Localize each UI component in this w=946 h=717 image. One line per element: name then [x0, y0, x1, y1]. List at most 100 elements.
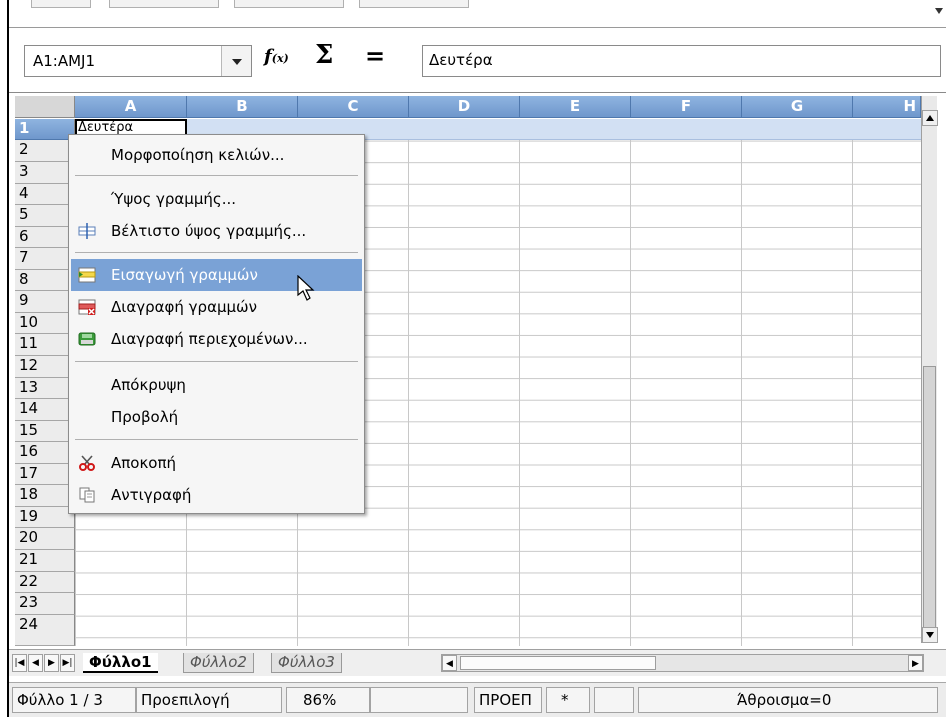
- column-header-a[interactable]: A: [75, 96, 187, 118]
- row-header[interactable]: 23: [15, 593, 75, 615]
- row-header[interactable]: 5: [15, 205, 75, 227]
- scissors-icon: [79, 455, 95, 471]
- toolbar-button-fragment[interactable]: [109, 0, 219, 8]
- column-header-d[interactable]: D: [409, 96, 520, 118]
- name-box[interactable]: A1:AMJ1: [24, 45, 252, 77]
- menu-item-cut[interactable]: Αποκοπή: [71, 447, 362, 479]
- row-header[interactable]: 18: [15, 485, 75, 507]
- next-sheet-icon[interactable]: ▶: [44, 654, 59, 672]
- menu-separator: [75, 252, 358, 253]
- sheet-tab-2[interactable]: Φύλλο2: [183, 653, 254, 673]
- first-sheet-icon[interactable]: |◀: [12, 654, 27, 672]
- status-sum: Άθροισμα=0: [638, 687, 938, 713]
- context-menu: Μορφοποίηση κελιών... Ύψος γραμμής... Βέ…: [68, 134, 365, 514]
- menu-item-delete-contents[interactable]: Διαγραφή περιεχομένων...: [71, 323, 362, 355]
- row-header[interactable]: 8: [15, 270, 75, 291]
- formula-input-value: Δευτέρα: [429, 51, 493, 69]
- sheet-tab-1[interactable]: Φύλλο1: [83, 653, 158, 673]
- optimal-row-height-icon: [78, 223, 96, 239]
- menu-item-format-cells[interactable]: Μορφοποίηση κελιών...: [71, 139, 362, 171]
- row-header[interactable]: 12: [15, 356, 75, 378]
- column-header-c[interactable]: C: [298, 96, 409, 118]
- menu-item-insert-rows[interactable]: Εισαγωγή γραμμών: [71, 259, 362, 291]
- status-page-style[interactable]: Προεπιλογή: [136, 687, 282, 713]
- status-bar: Φύλλο 1 / 3 Προεπιλογή 86% ΠΡΟΕΠ * Άθροι…: [9, 682, 946, 717]
- mouse-pointer-icon: [297, 275, 315, 301]
- row-header[interactable]: 22: [15, 572, 75, 593]
- menu-item-label: Αποκοπή: [111, 454, 177, 472]
- status-empty-field: [370, 687, 468, 713]
- formula-bar: A1:AMJ1 f(x) Σ = Δευτέρα: [9, 28, 946, 92]
- column-header-h[interactable]: H: [853, 96, 921, 118]
- row-header[interactable]: 9: [15, 291, 75, 313]
- menu-item-delete-rows[interactable]: Διαγραφή γραμμών: [71, 291, 362, 323]
- row-header[interactable]: 24: [15, 615, 75, 646]
- scroll-left-icon[interactable]: ◀: [442, 655, 457, 671]
- row-header[interactable]: 14: [15, 399, 75, 421]
- horizontal-scrollbar[interactable]: ◀ ▶: [441, 654, 924, 672]
- menu-separator: [75, 439, 358, 440]
- row-header[interactable]: 17: [15, 464, 75, 485]
- vertical-scrollbar[interactable]: [921, 96, 938, 643]
- status-zoom[interactable]: 86%: [286, 687, 370, 713]
- menu-item-hide[interactable]: Απόκρυψη: [71, 369, 362, 401]
- menu-item-label: Βέλτιστο ύψος γραμμής...: [111, 222, 307, 240]
- row-header[interactable]: 20: [15, 528, 75, 550]
- horizontal-scroll-thumb[interactable]: [460, 656, 656, 670]
- copy-icon: [79, 487, 95, 503]
- row-header[interactable]: 21: [15, 550, 75, 572]
- function-wizard-icon[interactable]: f(x): [264, 46, 289, 67]
- menu-item-label: Προβολή: [111, 408, 179, 426]
- row-header[interactable]: 3: [15, 162, 75, 184]
- toolbar-strip: [9, 0, 946, 28]
- active-cell-value: Δευτέρα: [78, 120, 134, 135]
- row-header[interactable]: 15: [15, 421, 75, 442]
- row-header[interactable]: 10: [15, 313, 75, 334]
- row-header[interactable]: 19: [15, 507, 75, 528]
- row-header[interactable]: 16: [15, 442, 75, 464]
- select-all-corner[interactable]: [15, 96, 75, 118]
- toolbar-button-fragment[interactable]: [359, 0, 469, 8]
- row-header[interactable]: 6: [15, 227, 75, 248]
- row-header[interactable]: 2: [15, 140, 75, 162]
- column-header-b[interactable]: B: [187, 96, 298, 118]
- menu-item-label: Διαγραφή περιεχομένων...: [111, 330, 308, 348]
- scroll-down-icon[interactable]: [922, 627, 938, 643]
- sheet-tab-3[interactable]: Φύλλο3: [271, 653, 342, 673]
- sum-icon[interactable]: Σ: [315, 40, 333, 70]
- status-insert-mode[interactable]: ΠΡΟΕΠ: [474, 687, 542, 713]
- menu-item-label: Μορφοποίηση κελιών...: [111, 146, 285, 164]
- row-header[interactable]: 13: [15, 378, 75, 399]
- function-icon[interactable]: =: [365, 42, 385, 70]
- status-sheet-position: Φύλλο 1 / 3: [12, 687, 136, 713]
- toolbar-button-fragment[interactable]: [31, 0, 91, 8]
- menu-item-label: Εισαγωγή γραμμών: [111, 266, 258, 284]
- vertical-scroll-thumb[interactable]: [923, 366, 936, 636]
- scroll-right-icon[interactable]: ▶: [908, 655, 923, 671]
- menu-item-copy[interactable]: Αντιγραφή: [71, 479, 362, 511]
- menu-item-label: Διαγραφή γραμμών: [111, 298, 257, 316]
- toolbar-overflow-icon[interactable]: [935, 8, 943, 14]
- column-header-f[interactable]: F: [631, 96, 742, 118]
- menu-item-label: Ύψος γραμμής...: [111, 190, 237, 208]
- menu-item-optimal-row-height[interactable]: Βέλτιστο ύψος γραμμής...: [71, 215, 362, 247]
- insert-rows-icon: [78, 267, 96, 283]
- prev-sheet-icon[interactable]: ◀: [28, 654, 43, 672]
- row-header[interactable]: 11: [15, 334, 75, 356]
- menu-item-label: Απόκρυψη: [111, 376, 186, 394]
- column-header-g[interactable]: G: [742, 96, 853, 118]
- scroll-up-icon[interactable]: [922, 110, 938, 126]
- row-header[interactable]: 7: [15, 248, 75, 270]
- name-box-dropdown-icon[interactable]: [221, 46, 251, 76]
- menu-item-row-height[interactable]: Ύψος γραμμής...: [71, 183, 362, 215]
- delete-rows-icon: [78, 299, 96, 315]
- menu-item-show[interactable]: Προβολή: [71, 401, 362, 433]
- column-header-e[interactable]: E: [520, 96, 631, 118]
- menu-separator: [75, 175, 358, 176]
- row-header-1[interactable]: 1: [15, 119, 75, 140]
- row-header[interactable]: 4: [15, 184, 75, 205]
- sheet-tab-bar: |◀ ◀ ▶ ▶| Φύλλο1 Φύλλο2 Φύλλο3 ◀ ▶: [9, 649, 946, 676]
- formula-input[interactable]: Δευτέρα: [422, 45, 941, 77]
- last-sheet-icon[interactable]: ▶|: [60, 654, 75, 672]
- toolbar-button-fragment[interactable]: [234, 0, 344, 8]
